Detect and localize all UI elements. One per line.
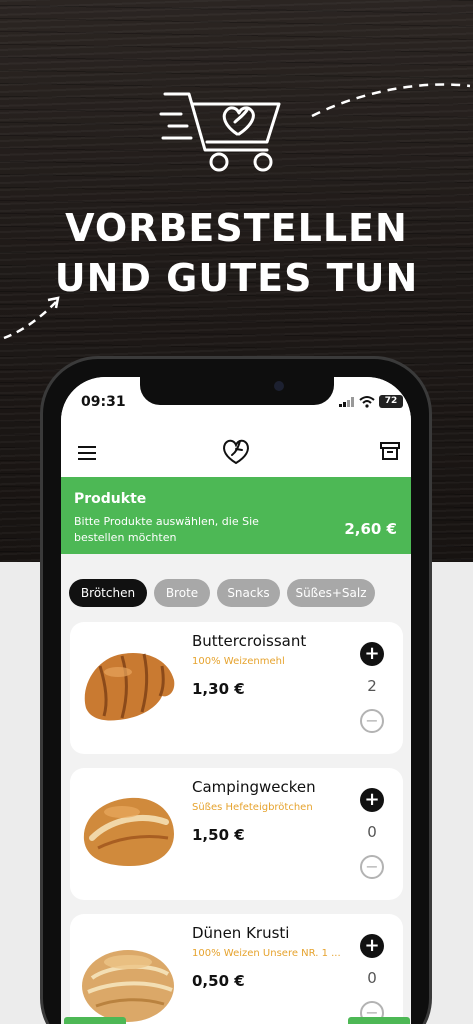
bottom-button-left[interactable] bbox=[64, 1017, 126, 1024]
roll-image bbox=[83, 797, 174, 866]
product-card[interactable]: Campingwecken Süßes Hefeteigbrötchen 1,5… bbox=[70, 768, 403, 900]
archive-icon[interactable] bbox=[380, 441, 400, 461]
product-quantity: 0 bbox=[367, 969, 377, 987]
product-name: Dünen Krusti bbox=[192, 924, 290, 942]
plus-icon[interactable]: + bbox=[360, 934, 384, 958]
product-price: 1,50 € bbox=[192, 826, 245, 844]
product-card[interactable]: Dünen Krusti 100% Weizen Unsere NR. 1 ..… bbox=[70, 914, 403, 1024]
notch bbox=[140, 377, 334, 405]
product-description: 100% Weizen Unsere NR. 1 ... bbox=[192, 948, 341, 959]
product-name: Buttercroissant bbox=[192, 632, 307, 650]
battery-indicator: 72 bbox=[379, 395, 403, 408]
product-card[interactable]: Buttercroissant 100% Weizenmehl 1,30 € +… bbox=[70, 622, 403, 754]
product-price: 0,50 € bbox=[192, 972, 245, 990]
croissant-image bbox=[84, 653, 175, 721]
product-description: 100% Weizenmehl bbox=[192, 656, 285, 667]
status-time: 09:31 bbox=[81, 394, 126, 410]
banner-subtitle: Bitte Produkte auswählen, die Sie bestel… bbox=[74, 515, 259, 544]
plus-icon[interactable]: + bbox=[360, 788, 384, 812]
app-bar bbox=[61, 429, 411, 477]
banner-title: Produkte bbox=[74, 491, 147, 507]
products-banner: Produkte Bitte Produkte auswählen, die S… bbox=[61, 477, 411, 554]
product-description: Süßes Hefeteigbrötchen bbox=[192, 802, 313, 813]
plus-icon[interactable]: + bbox=[360, 642, 384, 666]
bread-roll-image bbox=[82, 950, 174, 1022]
dashed-path-right bbox=[311, 83, 471, 118]
bottom-button-right[interactable] bbox=[348, 1017, 410, 1024]
headline-line-1: VORBESTELLEN bbox=[65, 206, 408, 250]
order-total: 2,60 € bbox=[344, 520, 397, 538]
tab-broetchen[interactable]: Brötchen bbox=[69, 579, 147, 607]
signal-icon bbox=[339, 397, 354, 407]
phone-screen: 09:31 72 Produkte Bitte Produkte auswähl… bbox=[61, 377, 411, 1024]
minus-icon[interactable]: − bbox=[360, 855, 384, 879]
product-name: Campingwecken bbox=[192, 778, 316, 796]
headline-line-2: UND GUTES TUN bbox=[54, 256, 419, 300]
cart-heart-icon bbox=[159, 92, 281, 172]
product-quantity: 0 bbox=[367, 823, 377, 841]
tab-brote[interactable]: Brote bbox=[154, 579, 210, 607]
tab-snacks[interactable]: Snacks bbox=[217, 579, 280, 607]
menu-icon[interactable] bbox=[77, 443, 97, 463]
product-price: 1,30 € bbox=[192, 680, 245, 698]
wifi-icon bbox=[359, 396, 375, 408]
minus-icon[interactable]: − bbox=[360, 709, 384, 733]
camera-dot bbox=[274, 381, 284, 391]
tab-suesses-salz[interactable]: Süßes+Salz bbox=[287, 579, 375, 607]
logo-icon[interactable] bbox=[220, 435, 252, 467]
product-quantity: 2 bbox=[367, 677, 377, 695]
